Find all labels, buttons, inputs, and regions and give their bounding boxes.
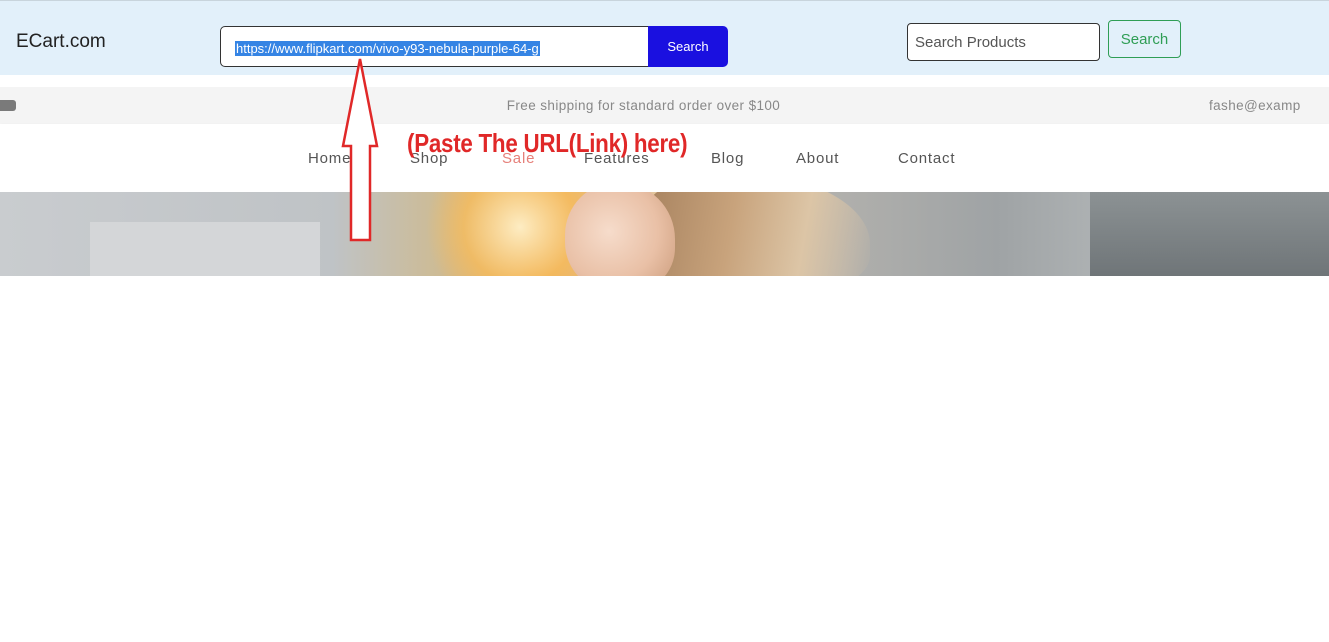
nav-item-about[interactable]: About [796, 150, 839, 167]
product-search-input[interactable] [907, 23, 1100, 61]
hero-banner-image [0, 192, 1329, 276]
paste-url-annotation: (Paste The URL(Link) here) [407, 128, 688, 158]
up-arrow-annotation [341, 58, 379, 242]
product-search-button[interactable]: Search [1108, 20, 1181, 58]
top-header-bar: ECart.com https://www.flipkart.com/vivo-… [0, 0, 1329, 75]
promo-bar: Free shipping for standard order over $1… [0, 87, 1329, 124]
free-shipping-text: Free shipping for standard order over $1… [506, 98, 781, 113]
brand-logo-text[interactable]: ECart.com [16, 31, 106, 53]
url-search-button[interactable]: Search [648, 26, 728, 67]
hero-model-face [565, 192, 675, 276]
url-input-value: https://www.flipkart.com/vivo-y93-nebula… [235, 41, 540, 56]
contact-email: fashe@examp [1209, 98, 1301, 113]
hero-background-building-right [1090, 192, 1329, 276]
url-input[interactable]: https://www.flipkart.com/vivo-y93-nebula… [220, 26, 650, 67]
url-search-form: https://www.flipkart.com/vivo-y93-nebula… [220, 26, 728, 67]
nav-item-contact[interactable]: Contact [898, 150, 955, 167]
hero-background-building [90, 222, 320, 276]
nav-item-blog[interactable]: Blog [711, 150, 744, 167]
